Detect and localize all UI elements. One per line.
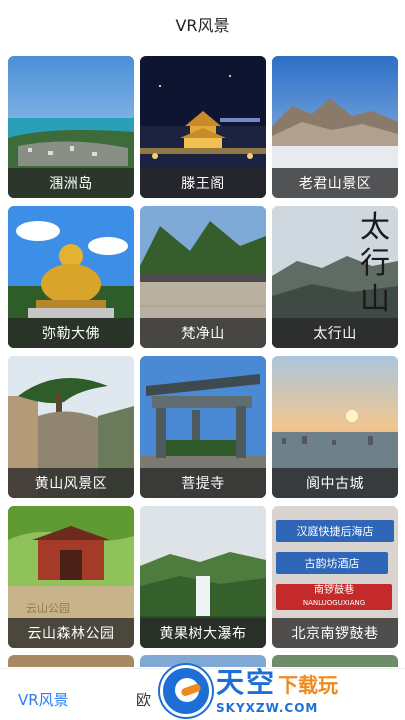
taihang-calligraphy: 太行山 (360, 210, 390, 317)
tile-label: 梵净山 (140, 318, 266, 348)
scenery-grid: 涠洲岛 滕王阁 老君山景区 弥勒大佛 梵净山 太行山 太行山 黄山风景区 菩提寺… (8, 56, 398, 666)
page-header: VR风景 (0, 0, 405, 48)
watermark-text: 天空 下载玩 SKYXZW.COM (216, 667, 338, 716)
tab-vr-scenery[interactable]: VR风景 (18, 689, 69, 710)
tile-label: 阆中古城 (272, 468, 398, 498)
tile-bodhi-temple[interactable]: 菩提寺 (140, 356, 266, 498)
tile-label: 涠洲岛 (8, 168, 134, 198)
page-title: VR风景 (175, 16, 230, 35)
tile-weizhou-island[interactable]: 涠洲岛 (8, 56, 134, 198)
street-sign-guyunfang: 古韵坊酒店 (276, 552, 388, 574)
street-sign-hanting: 汉庭快捷后海店 (276, 520, 394, 542)
watermark-title-accent: 下载玩 (278, 673, 339, 697)
tile-label: 菩提寺 (140, 468, 266, 498)
partial-tile-1[interactable] (8, 655, 134, 667)
tab-europe[interactable]: 欧 (136, 689, 151, 710)
tile-nanluoguxiang[interactable]: 汉庭快捷后海店 古韵坊酒店 南锣鼓巷 NANLUOGUXIANG 北京南锣鼓巷 (272, 506, 398, 648)
watermark-title-main: 天空 (216, 666, 277, 699)
watermark-url: SKYXZW.COM (216, 701, 319, 715)
yunshan-park-sign: 云山公园 (26, 602, 70, 615)
sign-pinyin-text: NANLUOGUXIANG (302, 599, 366, 607)
tile-tengwang-pavilion[interactable]: 滕王阁 (140, 56, 266, 198)
tile-label: 滕王阁 (140, 168, 266, 198)
tile-langzhong-ancient-city[interactable]: 阆中古城 (272, 356, 398, 498)
sign-chinese-text: 南锣鼓巷 (314, 585, 354, 596)
site-watermark: 天空 下载玩 SKYXZW.COM (160, 662, 405, 720)
tile-huangguoshu-waterfall[interactable]: 黄果树大瀑布 (140, 506, 266, 648)
tile-label: 弥勒大佛 (8, 318, 134, 348)
tile-fanjing-mountain[interactable]: 梵净山 (140, 206, 266, 348)
tile-taihang-mountain[interactable]: 太行山 太行山 (272, 206, 398, 348)
tile-label: 黄果树大瀑布 (140, 618, 266, 648)
watermark-title: 天空 下载玩 (216, 667, 338, 701)
tile-label: 太行山 (272, 318, 398, 348)
tile-yunshan-forest-park[interactable]: 云山公园 云山森林公园 (8, 506, 134, 648)
tile-label: 老君山景区 (272, 168, 398, 198)
street-sign-nanluoguxiang: 南锣鼓巷 NANLUOGUXIANG (276, 584, 392, 610)
tile-label: 黄山风景区 (8, 468, 134, 498)
tile-huangshan[interactable]: 黄山风景区 (8, 356, 134, 498)
tile-laojun-mountain[interactable]: 老君山景区 (272, 56, 398, 198)
tile-label: 云山森林公园 (8, 618, 134, 648)
watermark-logo-icon (160, 665, 212, 717)
tile-maitreya-buddha[interactable]: 弥勒大佛 (8, 206, 134, 348)
tile-label: 北京南锣鼓巷 (272, 618, 398, 648)
